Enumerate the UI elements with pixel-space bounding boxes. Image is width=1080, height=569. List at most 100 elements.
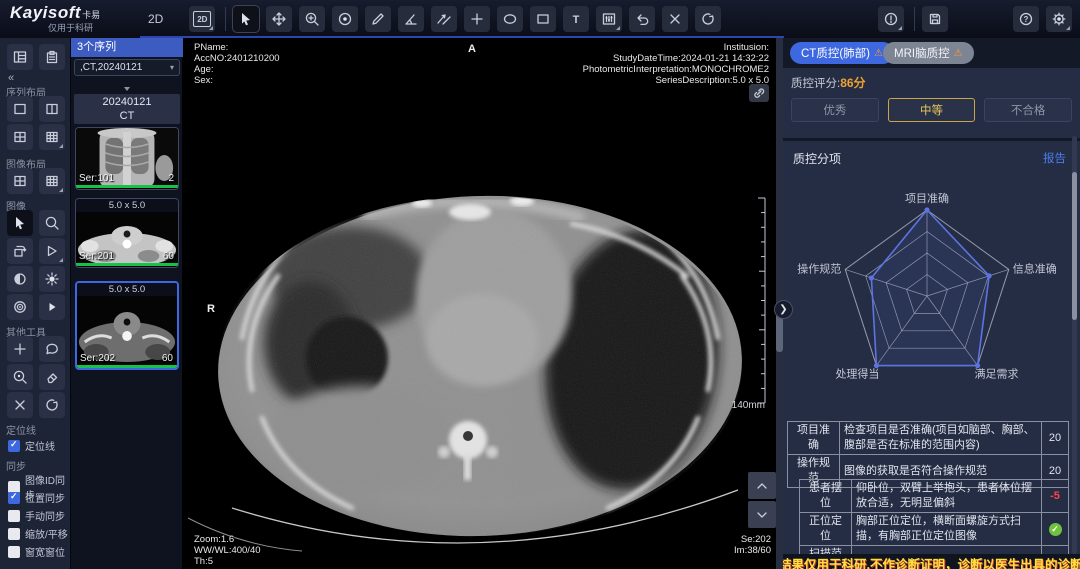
disclaimer-marquee: 结果仅用于科研,不作诊断证明，诊断以医生出具的诊断 <box>783 554 1080 569</box>
grade-medium-button[interactable]: 中等 <box>888 98 976 122</box>
app-logo: Kayisoft卡易 仅用于科研 <box>0 0 138 38</box>
thumbnail-series-201[interactable]: 5.0 x 5.0 Ser:201 60 <box>75 198 179 268</box>
locator-checkbox[interactable] <box>8 440 20 452</box>
ellipse-roi-button[interactable] <box>497 6 523 32</box>
clear-button[interactable] <box>7 392 33 418</box>
measure-tool-button[interactable] <box>365 6 391 32</box>
svg-text:满足需求: 满足需求 <box>975 368 1019 381</box>
plus-icon <box>469 11 485 27</box>
thumbnail-series-202[interactable]: 5.0 x 5.0 Ser:202 60 <box>75 281 179 370</box>
mode-2d-button[interactable]: 2D <box>189 6 215 32</box>
link-series-button[interactable] <box>749 84 769 102</box>
layout-3x3-button[interactable] <box>39 124 65 150</box>
image-adjust-button[interactable] <box>596 6 622 32</box>
toolbar-separator <box>225 7 226 31</box>
series-size-label: 5.0 x 5.0 <box>76 199 178 212</box>
find-button[interactable] <box>7 364 33 390</box>
help-button[interactable]: ? <box>1013 6 1039 32</box>
info-button[interactable] <box>878 6 904 32</box>
panel-scrollbar-thumb[interactable] <box>1072 172 1077 320</box>
pan-tool-button[interactable] <box>266 6 292 32</box>
2d-icon: 2D <box>193 11 211 27</box>
report-link[interactable]: 报告 <box>1043 150 1066 166</box>
checkbox-row-window-sync: 窗宽窗位 <box>8 544 65 559</box>
cine-play-button[interactable] <box>39 294 65 320</box>
scroll-down-button[interactable] <box>748 501 776 528</box>
delete-annotation-button[interactable] <box>662 6 688 32</box>
thumbnail-series-101[interactable]: Ser:101 2 <box>75 127 179 190</box>
pencil-icon <box>370 11 386 27</box>
plus-icon <box>12 341 28 357</box>
eraser-button[interactable] <box>39 364 65 390</box>
play-flag-button[interactable] <box>39 238 65 264</box>
brightness-button[interactable] <box>39 266 65 292</box>
text-annotation-button[interactable]: T <box>563 6 589 32</box>
rotate-image-button[interactable] <box>7 238 33 264</box>
layout-3x3-icon <box>44 129 60 145</box>
group-collapse-icon[interactable] <box>124 87 130 91</box>
main-viewport[interactable]: PName:AccNO:2401210200Age:Sex: Institusi… <box>182 38 783 569</box>
cursor-icon <box>238 11 254 27</box>
img-layout-2x2-button[interactable] <box>7 168 33 194</box>
reset-rotate-icon <box>700 11 716 27</box>
collapse-sidebar-button[interactable]: « <box>8 72 14 84</box>
series-number: Ser:101 <box>79 173 114 184</box>
zoom-tool-button[interactable] <box>299 6 325 32</box>
window-level-tool-button[interactable] <box>332 6 358 32</box>
qc-subrow-label: 正位定位 <box>800 513 852 546</box>
comment-button[interactable] <box>39 336 65 362</box>
checkbox-row-position-sync: 位置同步 <box>8 490 65 505</box>
pass-check-icon <box>1049 523 1062 536</box>
cursor-tool-button[interactable] <box>233 6 259 32</box>
thumbnail-image-scout: Ser:101 2 <box>76 128 178 188</box>
image-cursor-button[interactable] <box>7 210 33 236</box>
layout-1x1-icon <box>12 101 28 117</box>
refresh-button[interactable] <box>39 392 65 418</box>
series-number: Ser:202 <box>80 353 115 364</box>
qc-subrow-label: 患者摆位 <box>800 480 852 513</box>
layout-1x1-button[interactable] <box>7 96 33 122</box>
target-button[interactable] <box>7 294 33 320</box>
report-button[interactable] <box>39 44 65 70</box>
qc-subrow-desc: 胸部正位定位，横断面螺旋方式扫描，有胸部正位定位图像 <box>852 513 1042 546</box>
rectangle-icon <box>535 11 551 27</box>
qc-row-desc: 检查项目是否准确(项目如脑部、胸部、腹部是否在标准的范围内容) <box>840 422 1042 455</box>
save-button[interactable] <box>922 6 948 32</box>
layout-2x2-button[interactable] <box>7 124 33 150</box>
cobb-angle-tool-button[interactable] <box>431 6 457 32</box>
layout-1x2-button[interactable] <box>39 96 65 122</box>
rect-roi-button[interactable] <box>530 6 556 32</box>
magnifier-button[interactable] <box>39 210 65 236</box>
qc-score-value: 86分 <box>840 76 865 90</box>
window-sync-checkbox[interactable] <box>8 546 20 558</box>
svg-text:操作规范: 操作规范 <box>797 261 841 275</box>
refresh-icon <box>44 397 60 413</box>
series-dropdown[interactable]: ,CT,20240121 ▾ <box>74 59 180 76</box>
settings-button[interactable] <box>1046 6 1072 32</box>
scroll-up-button[interactable] <box>748 472 776 499</box>
angle-tool-button[interactable] <box>398 6 424 32</box>
grade-fail-button[interactable]: 不合格 <box>984 98 1072 122</box>
manual-sync-checkbox[interactable] <box>8 510 20 522</box>
window-sync-label: 窗宽窗位 <box>25 544 65 559</box>
layout-button[interactable] <box>7 44 33 70</box>
panel-collapse-handle[interactable]: ❯ <box>774 300 793 319</box>
invert-button[interactable] <box>7 266 33 292</box>
tab-ct-qc[interactable]: CT质控(肺部) ⚠ <box>790 42 894 64</box>
img-layout-3x3-button[interactable] <box>39 168 65 194</box>
patient-info-overlay: PName:AccNO:2401210200Age:Sex: <box>194 42 280 86</box>
img-layout-3x3-icon <box>44 173 60 189</box>
study-group-header[interactable]: 20240121 CT <box>74 94 180 124</box>
tab-mri-qc[interactable]: MRI脑质控 ⚠ <box>883 42 974 64</box>
point-tool-button[interactable] <box>464 6 490 32</box>
zoom-in-icon <box>304 11 320 27</box>
undo-button[interactable] <box>629 6 655 32</box>
qc-panel: CT质控(肺部) ⚠ MRI脑质控 ⚠ 质控评分:86分 优秀 中等 不合格 质… <box>783 38 1080 569</box>
point-add-button[interactable] <box>7 336 33 362</box>
chevron-down-icon: ▾ <box>170 63 174 72</box>
reset-button[interactable] <box>695 6 721 32</box>
position-sync-checkbox[interactable] <box>8 492 20 504</box>
left-tool-sidebar: « 序列布局 图像布局 图像 其他工具 定位线 定位线 同步 <box>0 38 70 569</box>
grade-excellent-button[interactable]: 优秀 <box>791 98 879 122</box>
zoom-pan-sync-checkbox[interactable] <box>8 528 20 540</box>
